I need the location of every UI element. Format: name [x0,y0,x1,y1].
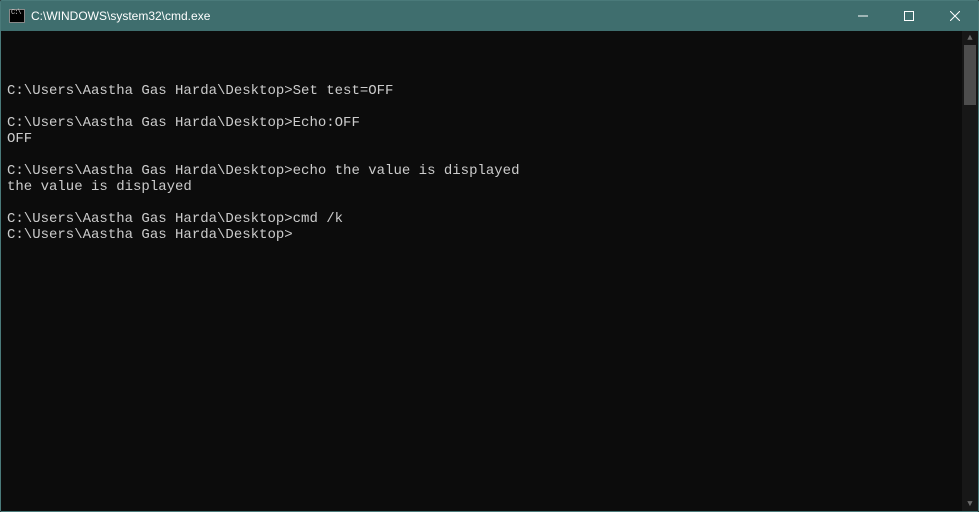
output-line: the value is displayed [7,179,978,195]
scroll-up-icon[interactable]: ▲ [962,31,978,45]
prompt-line: C:\Users\Aastha Gas Harda\Desktop>cmd /k [7,211,978,227]
prompt-line: C:\Users\Aastha Gas Harda\Desktop>echo t… [7,163,978,179]
current-prompt[interactable]: C:\Users\Aastha Gas Harda\Desktop> [7,227,978,243]
prompt-line: C:\Users\Aastha Gas Harda\Desktop>Echo:O… [7,115,978,131]
window-controls [840,1,978,31]
output-line: OFF [7,131,978,147]
terminal-output[interactable]: C:\Users\Aastha Gas Harda\Desktop>Set te… [1,31,978,511]
scroll-down-icon[interactable]: ▼ [962,497,978,511]
scrollbar-thumb[interactable] [964,45,976,105]
prompt-line: C:\Users\Aastha Gas Harda\Desktop>Set te… [7,83,978,99]
cmd-icon [9,8,25,24]
window-title: C:\WINDOWS\system32\cmd.exe [31,9,840,23]
scrollbar[interactable]: ▲ ▼ [962,31,978,511]
titlebar[interactable]: C:\WINDOWS\system32\cmd.exe [1,1,978,31]
minimize-button[interactable] [840,1,886,31]
maximize-button[interactable] [886,1,932,31]
close-button[interactable] [932,1,978,31]
